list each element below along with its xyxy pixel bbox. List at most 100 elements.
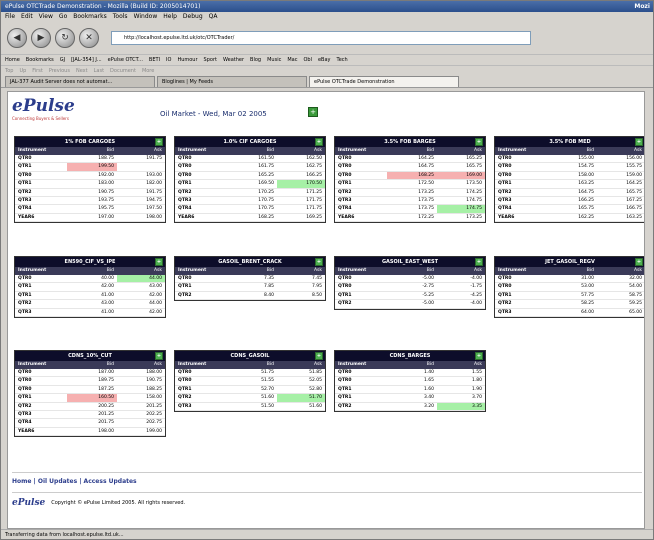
ask-cell[interactable]: [117, 163, 165, 170]
bid-cell[interactable]: 160.50: [67, 394, 117, 402]
bookmark-item[interactable]: Tech: [337, 55, 348, 65]
table-row[interactable]: QTR0 192.00 193.00: [15, 172, 165, 181]
bid-cell[interactable]: 162.25: [547, 214, 597, 221]
address-bar[interactable]: http://localhost.epulse.ltd.uk/otc/OTCTr…: [111, 31, 531, 45]
ask-cell[interactable]: 3.70: [437, 394, 485, 401]
bid-cell[interactable]: 169.50: [227, 180, 277, 187]
refresh-icon[interactable]: +: [308, 107, 318, 117]
ask-cell[interactable]: 162.75: [277, 163, 325, 170]
ask-cell[interactable]: 51.85: [277, 369, 325, 376]
bid-cell[interactable]: 164.75: [547, 189, 597, 196]
table-row[interactable]: QTR2 8.40 8.50: [175, 292, 325, 301]
table-row[interactable]: QTR2 58.25 59.25: [495, 300, 644, 309]
bid-cell[interactable]: 40.00: [67, 275, 117, 282]
bid-cell[interactable]: 168.25: [387, 171, 437, 180]
bid-cell[interactable]: 58.25: [547, 300, 597, 307]
bid-cell[interactable]: 1.60: [387, 386, 437, 393]
back-button[interactable]: ◀: [7, 28, 27, 48]
table-row[interactable]: QTR1 1.60 1.90: [335, 386, 485, 395]
table-row[interactable]: QTR0 51.55 52.05: [175, 377, 325, 386]
bookmark-item[interactable]: Obl: [303, 55, 312, 65]
expand-icon[interactable]: +: [155, 258, 163, 266]
table-row[interactable]: QTR0 -5.00 -4.00: [335, 275, 485, 284]
ask-cell[interactable]: 197.50: [117, 205, 165, 212]
ask-cell[interactable]: 202.25: [117, 411, 165, 418]
table-row[interactable]: QTR0 161.50 162.50: [175, 155, 325, 164]
bid-cell[interactable]: 192.00: [67, 172, 117, 179]
menu-item-edit[interactable]: Edit: [21, 12, 33, 22]
bid-cell[interactable]: 7.35: [227, 275, 277, 282]
bid-cell[interactable]: 43.00: [67, 300, 117, 307]
table-row[interactable]: YEAR6 172.25 173.25: [335, 214, 485, 223]
stop-button[interactable]: ✕: [79, 28, 99, 48]
table-row[interactable]: QTR0 -2.75 -1.75: [335, 283, 485, 292]
ask-cell[interactable]: 52.05: [277, 377, 325, 384]
bookmark-item[interactable]: Mac: [287, 55, 297, 65]
site-nav-item[interactable]: First: [32, 66, 43, 76]
bid-cell[interactable]: 53.00: [547, 283, 597, 290]
bid-cell[interactable]: 8.40: [227, 292, 277, 299]
bid-cell[interactable]: -5.25: [387, 292, 437, 299]
bid-cell[interactable]: 64.00: [547, 309, 597, 316]
expand-icon[interactable]: +: [475, 138, 483, 146]
bid-cell[interactable]: 197.00: [67, 214, 117, 221]
table-row[interactable]: QTR1 172.50 173.50: [335, 180, 485, 189]
site-nav-item[interactable]: More: [142, 66, 154, 76]
bookmark-item[interactable]: BETI: [149, 55, 160, 65]
ask-cell[interactable]: 155.75: [597, 163, 644, 170]
bid-cell[interactable]: 51.55: [227, 377, 277, 384]
table-row[interactable]: QTR2 200.25 201.25: [15, 403, 165, 411]
expand-icon[interactable]: +: [635, 138, 643, 146]
table-row[interactable]: QTR2 3.20 3.35: [335, 402, 485, 411]
table-row[interactable]: QTR4 195.75 197.50: [15, 205, 165, 214]
bid-cell[interactable]: 164.25: [387, 155, 437, 162]
table-row[interactable]: QTR1 41.00 42.00: [15, 292, 165, 301]
expand-icon[interactable]: +: [315, 258, 323, 266]
ask-cell[interactable]: 174.25: [437, 189, 485, 196]
bid-cell[interactable]: 42.00: [67, 283, 117, 290]
ask-cell[interactable]: 51.70: [277, 394, 325, 402]
bid-cell[interactable]: 158.00: [547, 172, 597, 179]
table-row[interactable]: QTR3 170.75 171.75: [175, 197, 325, 206]
table-row[interactable]: QTR0 189.75 190.75: [15, 377, 165, 386]
ask-cell[interactable]: 8.50: [277, 292, 325, 299]
bid-cell[interactable]: 52.70: [227, 386, 277, 393]
ask-cell[interactable]: 198.00: [117, 214, 165, 221]
bookmark-item[interactable]: Bookmarks: [26, 55, 54, 65]
ask-cell[interactable]: 174.75: [437, 205, 485, 213]
ask-cell[interactable]: 58.75: [597, 292, 644, 299]
expand-icon[interactable]: +: [315, 352, 323, 360]
table-row[interactable]: QTR4 201.75 202.75: [15, 419, 165, 428]
bid-cell[interactable]: 165.25: [227, 172, 277, 179]
ask-cell[interactable]: 188.00: [117, 369, 165, 376]
menu-item-window[interactable]: Window: [134, 12, 158, 22]
table-row[interactable]: QTR3 193.75 194.75: [15, 197, 165, 206]
bid-cell[interactable]: 189.75: [67, 377, 117, 384]
ask-cell[interactable]: 165.75: [437, 163, 485, 170]
ask-cell[interactable]: -1.75: [437, 283, 485, 290]
bid-cell[interactable]: 200.25: [67, 403, 117, 410]
table-row[interactable]: QTR2 43.00 44.00: [15, 300, 165, 309]
bid-cell[interactable]: 195.75: [67, 205, 117, 212]
ask-cell[interactable]: 191.75: [117, 189, 165, 196]
site-nav-item[interactable]: Up: [19, 66, 26, 76]
bid-cell[interactable]: 190.75: [67, 189, 117, 196]
ask-cell[interactable]: 65.00: [597, 309, 644, 316]
table-row[interactable]: QTR1 163.25 164.25: [495, 180, 644, 189]
bid-cell[interactable]: 3.40: [387, 394, 437, 401]
table-row[interactable]: QTR3 173.75 174.75: [335, 197, 485, 206]
ask-cell[interactable]: 169.25: [277, 214, 325, 221]
bid-cell[interactable]: 165.75: [547, 205, 597, 212]
table-row[interactable]: QTR4 165.75 166.75: [495, 205, 644, 214]
table-row[interactable]: YEAR6 197.00 198.00: [15, 214, 165, 223]
ask-cell[interactable]: 167.25: [597, 197, 644, 204]
ask-cell[interactable]: 169.00: [437, 171, 485, 180]
site-nav-item[interactable]: Document: [110, 66, 136, 76]
expand-icon[interactable]: +: [155, 138, 163, 146]
bookmark-item[interactable]: Sport: [204, 55, 217, 65]
table-row[interactable]: YEAR6 162.25 163.25: [495, 214, 644, 223]
footer-link[interactable]: Home: [12, 478, 31, 485]
menu-item-qa[interactable]: QA: [209, 12, 218, 22]
ask-cell[interactable]: 165.25: [437, 155, 485, 162]
ask-cell[interactable]: 7.95: [277, 283, 325, 290]
